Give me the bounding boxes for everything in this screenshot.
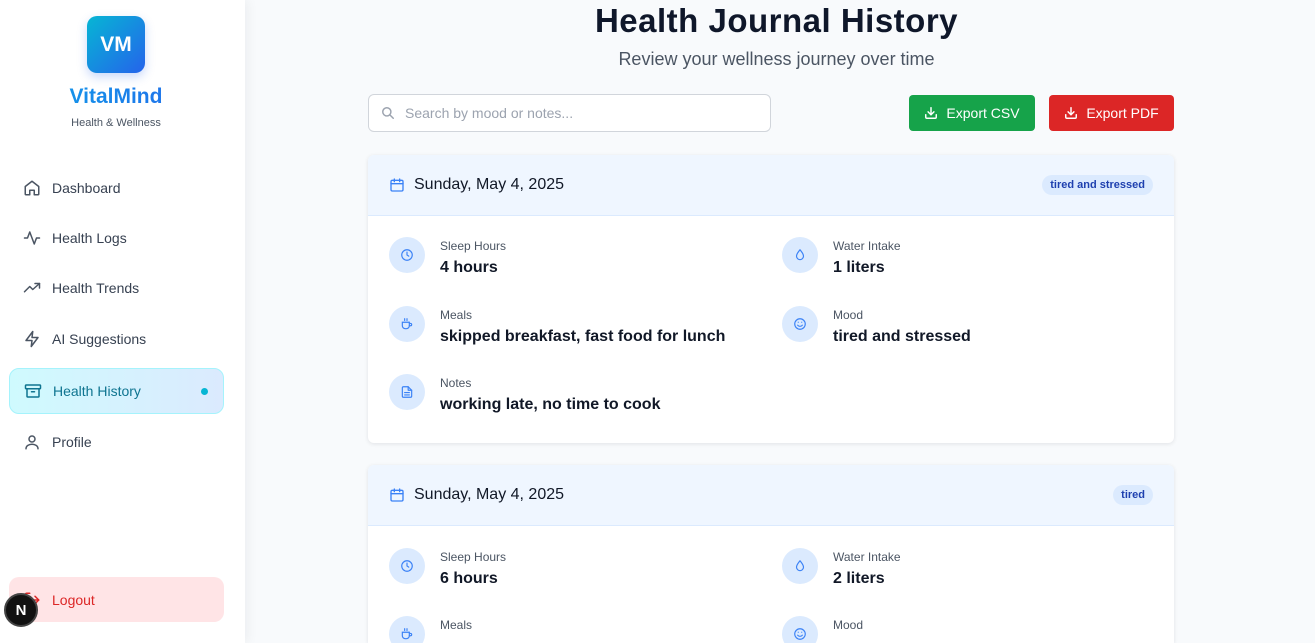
sidebar-item-health-history[interactable]: Health History: [9, 368, 224, 414]
search-icon: [381, 106, 395, 120]
smile-icon: [782, 616, 818, 643]
search-box: [368, 94, 771, 132]
droplet-icon: [782, 237, 818, 273]
page-title: Health Journal History: [594, 2, 959, 39]
clock-icon: [389, 237, 425, 273]
field-label: Notes: [440, 376, 472, 390]
sidebar-item-label: Dashboard: [52, 180, 121, 196]
sleep-field: Sleep Hours 4 hours: [389, 237, 506, 277]
sidebar-item-label: Health Logs: [52, 230, 127, 246]
entry-header: Sunday, May 4, 2025 tired and stressed: [368, 155, 1174, 216]
journal-entry-card: Sunday, May 4, 2025 tired and stressed S…: [368, 155, 1174, 443]
calendar-icon: [389, 487, 405, 503]
field-label: Water Intake: [833, 550, 901, 564]
download-icon: [924, 106, 938, 120]
field-label: Mood: [833, 308, 864, 322]
page-subtitle: Review your wellness journey over time: [618, 49, 935, 69]
brand-name: VitalMind: [0, 85, 232, 109]
export-pdf-label: Export PDF: [1086, 105, 1159, 121]
app-logo[interactable]: VM: [87, 16, 145, 73]
calendar-icon: [389, 177, 405, 193]
mood-badge: tired and stressed: [1042, 175, 1153, 195]
sidebar-item-health-logs[interactable]: Health Logs: [9, 215, 224, 261]
sidebar-item-label: AI Suggestions: [52, 331, 147, 347]
entry-date: Sunday, May 4, 2025: [414, 486, 565, 503]
sidebar-item-label: Health Trends: [52, 280, 140, 296]
document-icon: [389, 374, 425, 410]
field-label: Water Intake: [833, 239, 901, 253]
download-icon: [1064, 106, 1078, 120]
field-label: Meals: [440, 618, 473, 632]
export-csv-button[interactable]: Export CSV: [909, 95, 1035, 131]
coffee-icon: [389, 306, 425, 342]
export-pdf-button[interactable]: Export PDF: [1049, 95, 1174, 131]
home-icon: [23, 179, 41, 197]
search-input[interactable]: [405, 105, 745, 121]
field-value: working late, no time to cook: [440, 396, 661, 413]
field-value: skipped breakfast, fast food for lunch: [440, 328, 726, 345]
n-avatar-badge[interactable]: N: [4, 593, 38, 627]
smile-icon: [782, 306, 818, 342]
brand-tagline: Health & Wellness: [71, 117, 161, 129]
sidebar-item-ai-suggestions[interactable]: AI Suggestions: [9, 316, 224, 362]
user-icon: [23, 433, 41, 451]
meals-field: Meals: [389, 616, 472, 643]
entry-header: Sunday, May 4, 2025 tired: [368, 465, 1174, 526]
logout-button[interactable]: Logout: [9, 577, 224, 622]
field-value: tired and stressed: [833, 328, 971, 345]
mood-field: Mood: [782, 616, 863, 643]
field-label: Sleep Hours: [440, 550, 507, 564]
logout-label: Logout: [52, 591, 95, 608]
sidebar-item-label: Profile: [52, 434, 92, 450]
journal-entry-card: Sunday, May 4, 2025 tired Sleep Hours 6 …: [368, 465, 1174, 643]
field-label: Meals: [440, 308, 473, 322]
trending-up-icon: [23, 279, 41, 297]
notes-field: Notes working late, no time to cook: [389, 374, 660, 414]
water-field: Water Intake 2 liters: [782, 548, 901, 588]
sidebar-item-profile[interactable]: Profile: [9, 419, 224, 465]
sidebar: VM VitalMind Health & Wellness Dashboard…: [0, 0, 245, 643]
field-label: Sleep Hours: [440, 239, 507, 253]
coffee-icon: [389, 616, 425, 643]
field-label: Mood: [833, 618, 864, 632]
field-value: 6 hours: [440, 570, 498, 587]
sleep-field: Sleep Hours 6 hours: [389, 548, 506, 588]
sidebar-item-dashboard[interactable]: Dashboard: [9, 165, 224, 211]
active-indicator-dot: [201, 388, 208, 395]
export-csv-label: Export CSV: [946, 105, 1020, 121]
field-value: 1 liters: [833, 259, 885, 276]
activity-icon: [23, 229, 41, 247]
mood-badge: tired: [1113, 485, 1153, 505]
droplet-icon: [782, 548, 818, 584]
field-value: 4 hours: [440, 259, 498, 276]
sidebar-item-label: Health History: [53, 383, 141, 399]
water-field: Water Intake 1 liters: [782, 237, 901, 277]
sidebar-item-health-trends[interactable]: Health Trends: [9, 265, 224, 311]
archive-icon: [24, 382, 42, 400]
field-value: 2 liters: [833, 570, 885, 587]
clock-icon: [389, 548, 425, 584]
mood-field: Mood tired and stressed: [782, 306, 971, 346]
meals-field: Meals skipped breakfast, fast food for l…: [389, 306, 725, 346]
entry-date: Sunday, May 4, 2025: [414, 176, 565, 193]
bolt-icon: [23, 330, 41, 348]
